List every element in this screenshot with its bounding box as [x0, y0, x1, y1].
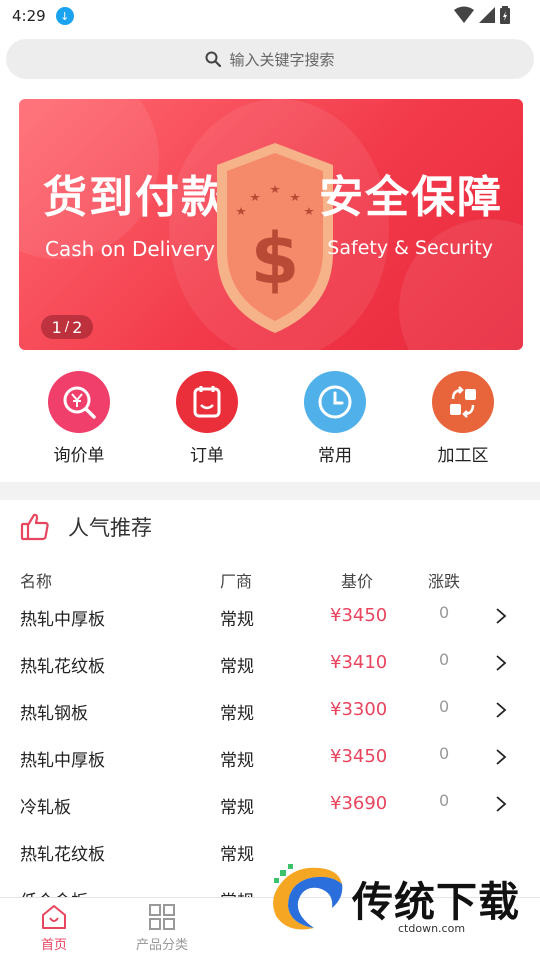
- promo-banner[interactable]: 货到付款 Cash on Delivery $ 安全保障 Safety & Se…: [19, 99, 523, 350]
- battery-icon: [500, 6, 510, 24]
- row-maker: 常规: [220, 845, 254, 865]
- search-bar[interactable]: 输入关键字搜索: [6, 39, 534, 79]
- row-maker: 常规: [220, 704, 254, 724]
- section-divider: [0, 482, 540, 500]
- indicator-current: 1: [51, 317, 62, 337]
- signal-icon: [479, 7, 495, 23]
- chevron-right-icon[interactable]: [495, 654, 507, 672]
- quick-label-order: 订单: [190, 446, 224, 466]
- inquiry-icon: [48, 371, 110, 433]
- table-row[interactable]: 热轧中厚板 常规 ¥3450 0: [0, 734, 540, 781]
- chevron-right-icon[interactable]: [495, 701, 507, 719]
- banner-page-indicator: 1 / 2: [41, 315, 93, 339]
- header-name: 名称: [20, 572, 53, 591]
- header-price: 基价: [341, 572, 374, 591]
- grid-icon: [149, 904, 175, 930]
- indicator-separator: /: [64, 319, 70, 335]
- nav-category[interactable]: 产品分类: [112, 904, 212, 953]
- quick-item-processing[interactable]: 加工区: [399, 350, 527, 482]
- watermark: 传统下载 ctdown.com: [268, 862, 520, 935]
- svg-text:$: $: [251, 218, 300, 300]
- order-icon: [176, 371, 238, 433]
- download-icon: ↓: [55, 7, 74, 25]
- watermark-logo-icon: [273, 864, 343, 930]
- search-placeholder: 输入关键字搜索: [229, 50, 335, 69]
- thumbs-up-icon: [20, 513, 49, 541]
- quick-item-common[interactable]: 常用: [271, 350, 399, 482]
- row-name: 热轧花纹板: [20, 657, 105, 677]
- quick-label-inquiry: 询价单: [53, 446, 105, 466]
- chevron-right-icon[interactable]: [495, 795, 507, 813]
- search-icon: [205, 51, 222, 67]
- watermark-url: ctdown.com: [398, 922, 466, 935]
- banner-title-right: 安全保障: [319, 172, 503, 223]
- row-change: 0: [439, 697, 450, 716]
- quick-label-processing: 加工区: [437, 446, 489, 466]
- header-change: 涨跌: [428, 572, 461, 591]
- row-name: 热轧钢板: [20, 704, 88, 724]
- table-row[interactable]: 热轧花纹板 常规 ¥3410 0: [0, 640, 540, 687]
- nav-label-home: 首页: [40, 938, 67, 953]
- banner-title-left: 货到付款: [43, 172, 227, 223]
- row-name: 热轧花纹板: [20, 845, 105, 865]
- chevron-right-icon[interactable]: [495, 607, 507, 625]
- row-maker: 常规: [220, 751, 254, 771]
- indicator-total: 2: [72, 317, 83, 337]
- exchange-icon: [432, 371, 494, 433]
- quick-item-order[interactable]: 订单: [143, 350, 271, 482]
- chevron-right-icon[interactable]: [495, 748, 507, 766]
- status-time: 4:29: [12, 7, 46, 25]
- quick-label-common: 常用: [318, 446, 352, 466]
- shield-dollar-icon: $: [217, 143, 333, 333]
- table-header: 名称 厂商 基价 涨跌: [0, 568, 540, 591]
- home-icon: [42, 905, 66, 929]
- table-row[interactable]: 热轧中厚板 常规 ¥3450 0: [0, 593, 540, 640]
- row-price: ¥3450: [330, 605, 388, 626]
- row-name: 冷轧板: [20, 798, 71, 818]
- row-maker: 常规: [220, 657, 254, 677]
- row-name: 热轧中厚板: [20, 610, 105, 630]
- row-price: ¥3300: [330, 699, 388, 720]
- nav-home[interactable]: 首页: [4, 904, 104, 953]
- quick-menu: 询价单 订单 常用 加工区: [0, 350, 540, 482]
- row-change: 0: [439, 791, 450, 810]
- table-row[interactable]: 热轧钢板 常规 ¥3300 0: [0, 687, 540, 734]
- row-price: ¥3450: [330, 746, 388, 767]
- banner-subtitle-right: Safety & Security: [327, 237, 493, 259]
- status-bar: 4:29 ↓: [0, 0, 540, 32]
- nav-label-category: 产品分类: [135, 938, 188, 953]
- banner-subtitle-left: Cash on Delivery: [45, 237, 215, 261]
- wifi-icon: [454, 6, 474, 23]
- table-row[interactable]: 冷轧板 常规 ¥3690 0: [0, 781, 540, 828]
- status-icons: [454, 6, 510, 24]
- popular-title: 人气推荐: [68, 516, 152, 540]
- row-maker: 常规: [220, 798, 254, 818]
- row-maker: 常规: [220, 610, 254, 630]
- header-maker: 厂商: [220, 572, 253, 591]
- watermark-text: 传统下载: [352, 878, 520, 926]
- row-price: ¥3410: [330, 652, 388, 673]
- row-name: 热轧中厚板: [20, 751, 105, 771]
- row-change: 0: [439, 603, 450, 622]
- clock-icon: [304, 371, 366, 433]
- quick-item-inquiry[interactable]: 询价单: [15, 350, 143, 482]
- row-change: 0: [439, 650, 450, 669]
- row-change: 0: [439, 744, 450, 763]
- popular-header: 人气推荐: [20, 512, 152, 542]
- row-price: ¥3690: [330, 793, 388, 814]
